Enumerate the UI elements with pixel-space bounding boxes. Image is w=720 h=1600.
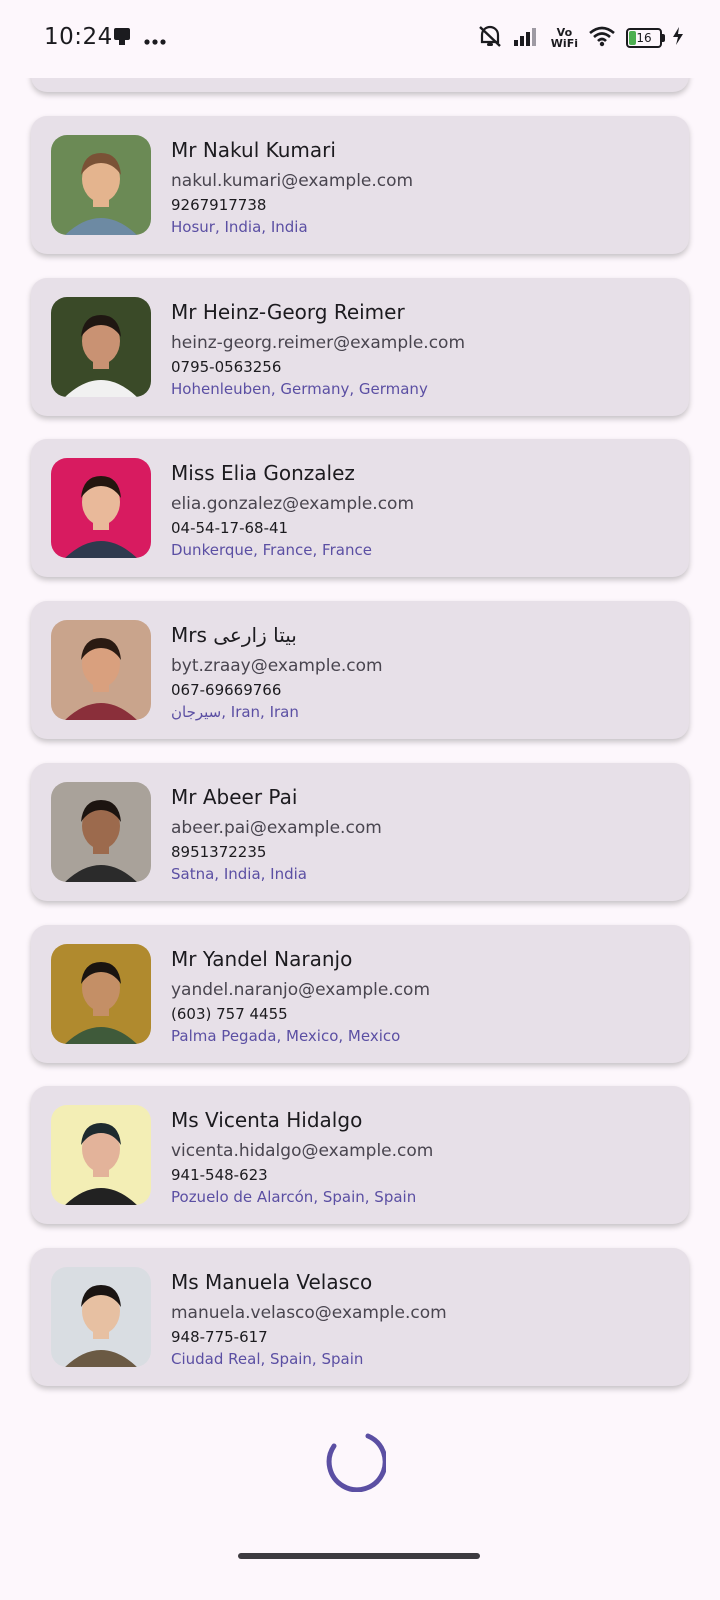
- contact-name: Mr Heinz-Georg Reimer: [171, 300, 405, 324]
- contact-email: yandel.naranjo@example.com: [171, 980, 431, 1000]
- contact-phone: 8951372235: [171, 843, 267, 861]
- contact-location: Palma Pegada, Mexico, Mexico: [171, 1027, 401, 1045]
- contact-name: Ms Manuela Velasco: [171, 1270, 373, 1294]
- contact-location: Hosur, India, India: [171, 218, 308, 236]
- contact-card[interactable]: Mr Nakul Kumari nakul.kumari@example.com 9…: [31, 116, 689, 254]
- contact-email: abeer.pai@example.com: [171, 818, 382, 838]
- avatar: [51, 458, 151, 558]
- contact-name: Mr Abeer Pai: [171, 785, 298, 809]
- avatar: [51, 135, 151, 235]
- contact-card[interactable]: Ms Manuela Velasco manuela.velasco@exampl…: [31, 1248, 689, 1386]
- contact-name: Miss Elia Gonzalez: [171, 461, 355, 485]
- contact-location: Dunkerque, France, France: [171, 541, 372, 559]
- contact-location: سیرجان, Iran, Iran: [171, 703, 299, 721]
- contact-phone: 0795-0563256: [171, 358, 282, 376]
- contact-location: Hohenleuben, Germany, Germany: [171, 380, 428, 398]
- status-time: 10:24: [44, 24, 113, 50]
- contact-email: heinz-georg.reimer@example.com: [171, 333, 466, 353]
- contact-name: Mrs بیتا زارعی: [171, 623, 297, 647]
- contact-phone: 9267917738: [171, 196, 267, 214]
- contact-phone: 941-548-623: [171, 1166, 268, 1184]
- contact-location: Pozuelo de Alarcón, Spain, Spain: [171, 1188, 417, 1206]
- avatar: [51, 1105, 151, 1205]
- contact-location: Satna, India, India: [171, 865, 307, 883]
- charging-icon: [672, 26, 684, 50]
- vowifi-icon: Vo WiFi: [551, 27, 578, 49]
- contact-card[interactable]: Miss Elia Gonzalez elia.gonzalez@example.…: [31, 439, 689, 577]
- avatar: [51, 620, 151, 720]
- contact-card[interactable]: Ms Vicenta Hidalgo vicenta.hidalgo@exampl…: [31, 1086, 689, 1224]
- contact-name: Mr Yandel Naranjo: [171, 947, 353, 971]
- signal-icon: [513, 25, 541, 51]
- notification-icon: [112, 26, 132, 52]
- avatar: [51, 944, 151, 1044]
- contact-email: manuela.velasco@example.com: [171, 1303, 447, 1323]
- contact-email: elia.gonzalez@example.com: [171, 494, 415, 514]
- contact-card[interactable]: Mrs بیتا زارعی byt.zraay@example.com 067-6…: [31, 601, 689, 739]
- more-dots-icon: [144, 30, 166, 49]
- contact-card[interactable]: Mr Heinz-Georg Reimer heinz-georg.reimer@…: [31, 278, 689, 416]
- avatar: [51, 782, 151, 882]
- contact-phone: 04-54-17-68-41: [171, 519, 289, 537]
- vowifi-bottom: WiFi: [550, 37, 578, 50]
- status-bar: 10:24 Vo WiFi 16: [0, 0, 720, 78]
- contact-name: Mr Nakul Kumari: [171, 138, 336, 162]
- wifi-icon: [588, 25, 616, 51]
- contact-email: byt.zraay@example.com: [171, 656, 383, 676]
- loading-spinner: [326, 1433, 386, 1492]
- avatar: [51, 1267, 151, 1367]
- contact-location: Ciudad Real, Spain, Spain: [171, 1350, 364, 1368]
- battery-level: 16: [636, 31, 652, 45]
- contact-email: nakul.kumari@example.com: [171, 171, 414, 191]
- home-indicator[interactable]: [238, 1553, 480, 1559]
- mute-icon: [477, 24, 503, 52]
- contact-phone: 948-775-617: [171, 1328, 268, 1346]
- avatar: [51, 297, 151, 397]
- contact-phone: 067-69669766: [171, 681, 282, 699]
- contact-name: Ms Vicenta Hidalgo: [171, 1108, 363, 1132]
- contact-email: vicenta.hidalgo@example.com: [171, 1141, 434, 1161]
- contact-phone: (603) 757 4455: [171, 1005, 288, 1023]
- contact-card[interactable]: Mr Abeer Pai abeer.pai@example.com 8951372…: [31, 763, 689, 901]
- battery-icon: 16: [626, 28, 665, 48]
- contact-card[interactable]: Mr Yandel Naranjo yandel.naranjo@example.…: [31, 925, 689, 1063]
